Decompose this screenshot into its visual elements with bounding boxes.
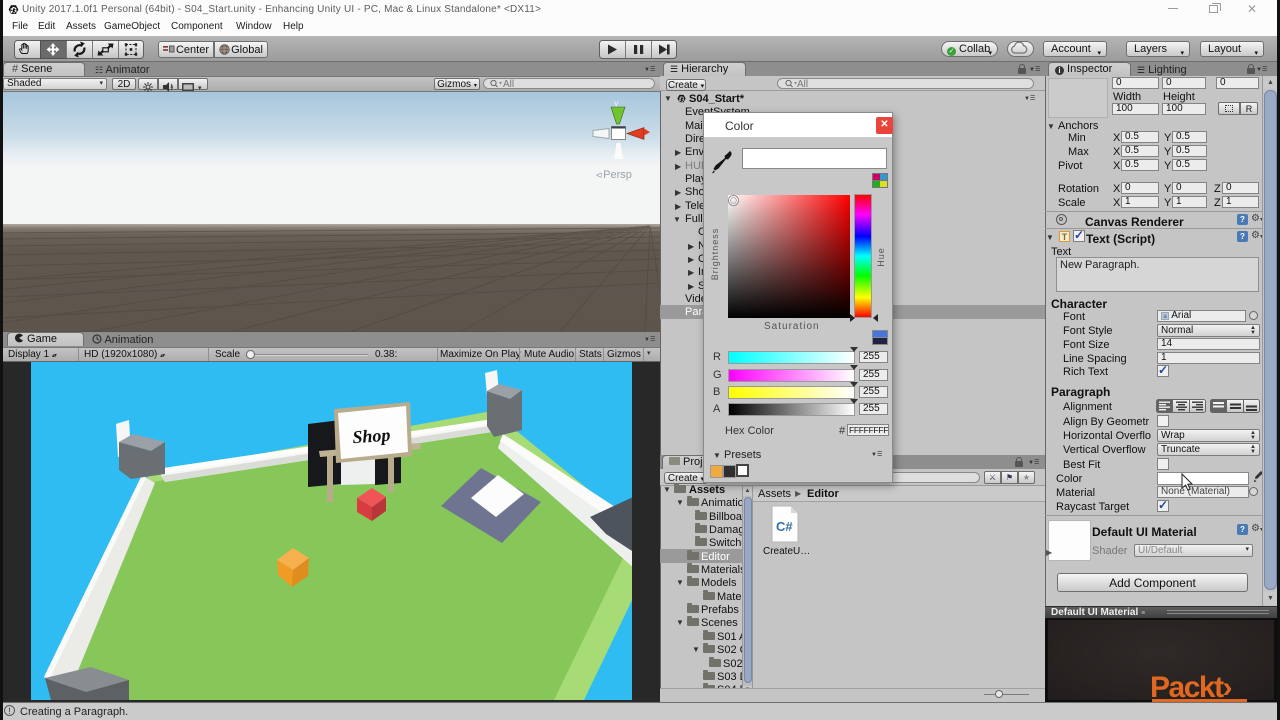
svg-text:y: y xyxy=(614,98,619,108)
svg-text:▾: ▾ xyxy=(198,85,202,92)
svg-text:Packt›: Packt› xyxy=(1150,671,1232,702)
svg-text:Shop: Shop xyxy=(352,425,391,448)
svg-text:C#: C# xyxy=(776,519,793,534)
